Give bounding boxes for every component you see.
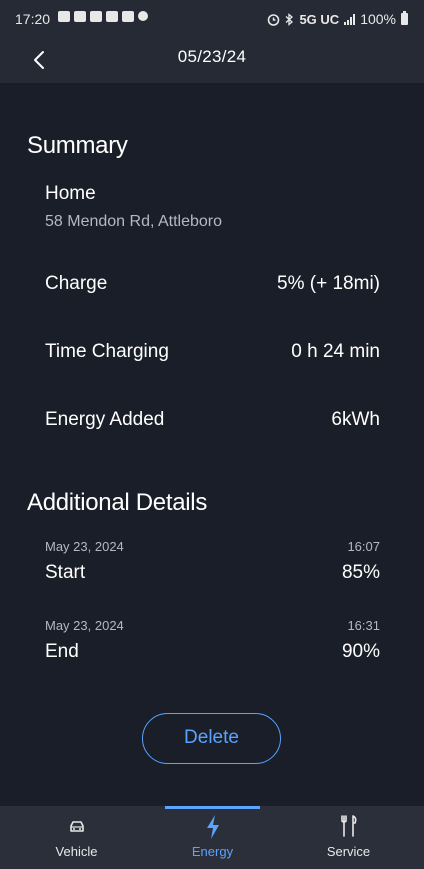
key-icon <box>138 11 148 21</box>
start-date: May 23, 2024 <box>45 539 124 554</box>
image-icon <box>106 11 118 22</box>
nav-energy-label: Energy <box>191 844 234 859</box>
network-type: 5G UC <box>299 11 340 27</box>
signal-icon <box>344 13 356 25</box>
message-icon <box>58 11 70 22</box>
delete-button[interactable]: Delete <box>142 713 281 764</box>
energy-added-label: Energy Added <box>45 409 165 430</box>
nav-service[interactable]: Service <box>278 806 419 869</box>
app-header: 05/23/24 <box>0 36 424 83</box>
lightning-bolt-icon <box>206 815 219 839</box>
nav-vehicle-label: Vehicle <box>55 844 98 859</box>
location-address: 58 Mendon Rd, Attleboro <box>45 213 223 230</box>
end-date: May 23, 2024 <box>45 618 124 633</box>
additional-details-title: Additional Details <box>27 489 208 516</box>
car-icon <box>69 821 84 832</box>
notification-icons <box>58 11 148 22</box>
charge-value: 5% (+ 18mi) <box>277 273 380 294</box>
alarm-icon <box>268 13 280 26</box>
end-label: End <box>45 641 79 662</box>
energy-added-value: 6kWh <box>331 409 380 430</box>
time-charging-label: Time Charging <box>45 341 169 362</box>
nav-energy[interactable]: Energy <box>142 806 283 869</box>
bottom-nav: Vehicle Energy Service <box>0 806 424 869</box>
status-right: 5G UC 100% <box>267 11 408 27</box>
battery-percent: 100% <box>360 11 396 27</box>
summary-title: Summary <box>27 132 128 159</box>
bluetooth-icon <box>286 12 294 26</box>
page-title: 05/23/24 <box>177 47 247 66</box>
youtube-icon <box>90 11 102 22</box>
start-time: 16:07 <box>347 539 380 554</box>
start-value: 85% <box>341 562 380 583</box>
clipboard-icon <box>122 11 134 22</box>
charge-label: Charge <box>45 273 108 294</box>
end-time: 16:31 <box>347 618 380 633</box>
status-bar: 17:20 5G UC 100% <box>0 0 424 36</box>
tools-icon <box>340 815 356 837</box>
status-time: 17:20 <box>15 11 51 27</box>
nav-service-label: Service <box>326 844 371 859</box>
battery-icon <box>401 11 408 25</box>
end-value: 90% <box>341 641 380 662</box>
nav-vehicle[interactable]: Vehicle <box>6 806 147 869</box>
time-charging-value: 0 h 24 min <box>291 341 380 362</box>
location-name: Home <box>45 183 96 204</box>
start-label: Start <box>45 562 86 583</box>
youtube-icon <box>74 11 86 22</box>
